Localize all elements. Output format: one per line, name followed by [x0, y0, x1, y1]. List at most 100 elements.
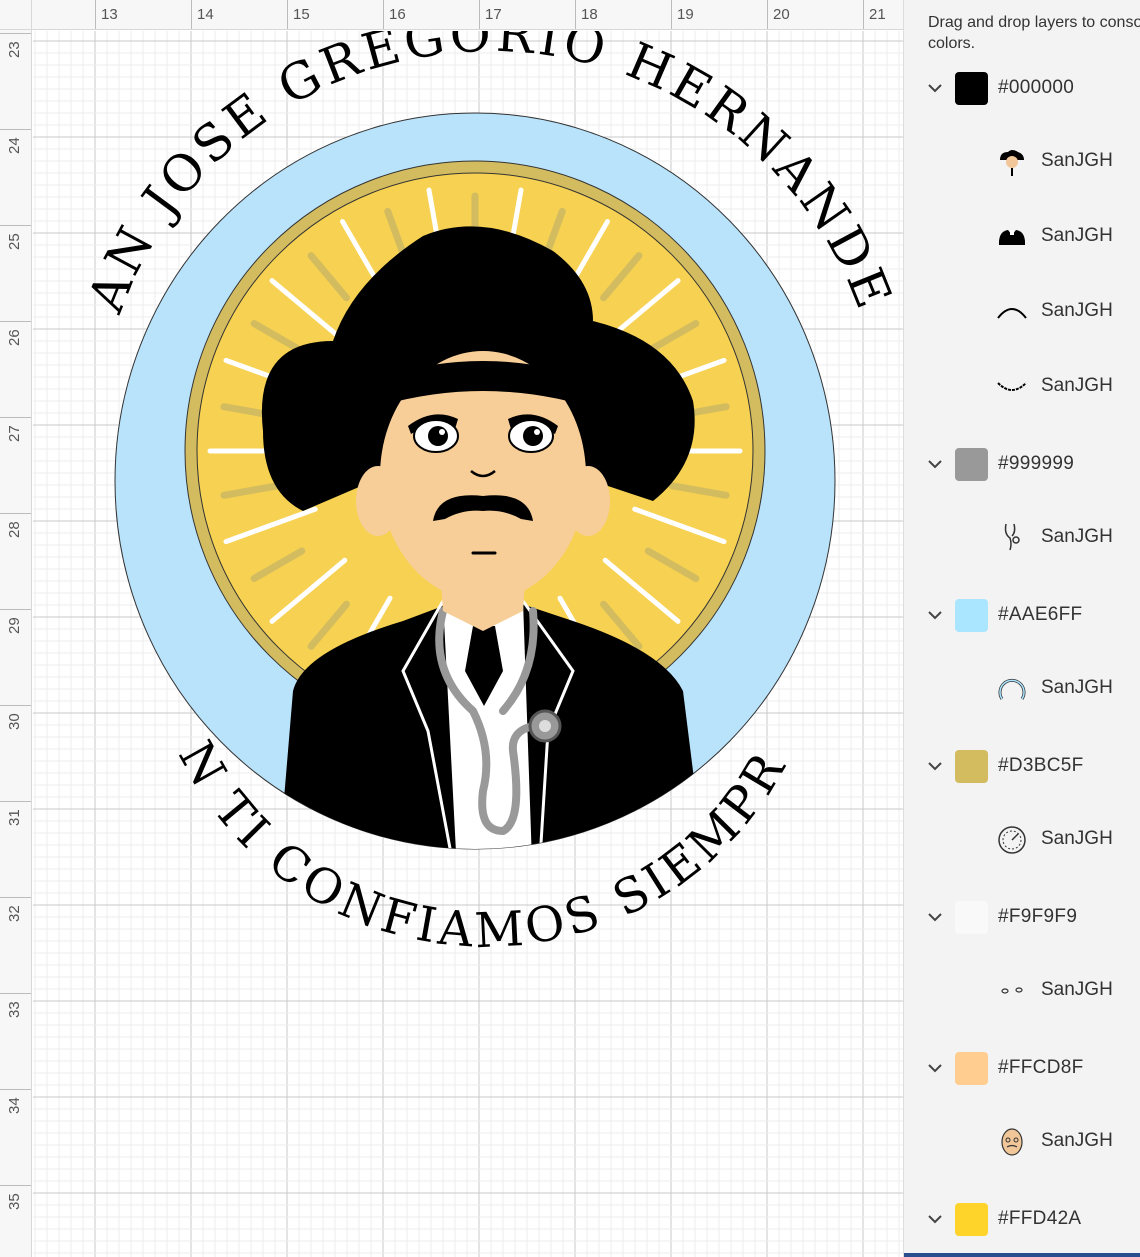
- layer-row[interactable]: SanJGH: [904, 1116, 1140, 1166]
- ruler-left-tick: [0, 513, 31, 514]
- ruler-left-tick: [0, 225, 31, 226]
- pupil-left: [428, 426, 448, 446]
- stethoscope-chest-center: [539, 720, 551, 732]
- ruler-left-tick: [0, 33, 31, 34]
- sun-rays-icon: [996, 824, 1028, 856]
- jacket-icon: [996, 221, 1028, 253]
- ruler-top-label: 13: [101, 6, 118, 23]
- face-icon: [996, 1126, 1028, 1158]
- san-jose-gregorio-artwork[interactable]: SAN JOSE GREGORIO HERNANDEZ EN TI CONFIA…: [33, 31, 903, 1257]
- ruler-top-label: 17: [485, 6, 502, 23]
- color-hex-label: #000000: [998, 77, 1075, 98]
- layer-row[interactable]: SanJGH: [904, 136, 1140, 186]
- color-swatch[interactable]: [955, 72, 988, 105]
- layer-row[interactable]: SanJGH: [904, 211, 1140, 261]
- ruler-left-tick: [0, 1185, 31, 1186]
- layer-row[interactable]: SanJGH: [904, 286, 1140, 336]
- ruler-top-tick: [767, 0, 768, 29]
- ruler-top-label: 19: [677, 6, 694, 23]
- ruler-vertical: 23 24 25 26 27 28 29 30 31 32 33 34 35: [0, 0, 32, 1257]
- chevron-down-icon[interactable]: [924, 77, 946, 99]
- hat-face-icon: [996, 146, 1028, 178]
- ruler-top-label: 18: [581, 6, 598, 23]
- ruler-left-tick: [0, 417, 31, 418]
- layer-row[interactable]: SanJGH: [904, 965, 1140, 1015]
- ruler-left-label: 32: [6, 905, 23, 922]
- layer-row[interactable]: SanJGH: [904, 663, 1140, 713]
- ruler-top-tick: [575, 0, 576, 29]
- chevron-down-icon[interactable]: [924, 1057, 946, 1079]
- color-group-row[interactable]: #F9F9F9: [904, 893, 1140, 943]
- layer-name: SanJGH: [1041, 375, 1113, 396]
- arc-top-icon: [996, 296, 1028, 328]
- ruler-left-label: 34: [6, 1097, 23, 1114]
- layer-row[interactable]: SanJGH: [904, 512, 1140, 562]
- color-swatch[interactable]: [955, 599, 988, 632]
- color-swatch[interactable]: [955, 448, 988, 481]
- panel-hint-text: Drag and drop layers to consolidate colo…: [928, 14, 1140, 52]
- ring-icon: [996, 673, 1028, 705]
- ruler-left-label: 29: [6, 617, 23, 634]
- eyes-icon: [996, 975, 1028, 1007]
- color-swatch[interactable]: [955, 901, 988, 934]
- ruler-left-label: 25: [6, 233, 23, 250]
- ruler-left-tick: [0, 993, 31, 994]
- color-hex-label: #AAE6FF: [998, 604, 1083, 625]
- ruler-left-label: 30: [6, 713, 23, 730]
- color-group-row[interactable]: #000000: [904, 64, 1140, 114]
- color-group-row[interactable]: #FFCD8F: [904, 1044, 1140, 1094]
- ruler-top-label: 16: [389, 6, 406, 23]
- chevron-down-icon[interactable]: [924, 604, 946, 626]
- ruler-left-tick: [0, 1089, 31, 1090]
- ruler-top-label: 14: [197, 6, 214, 23]
- color-sync-panel: Drag and drop layers to consolidate colo…: [903, 0, 1140, 1257]
- ruler-top-tick: [863, 0, 864, 29]
- ruler-left-label: 23: [6, 41, 23, 58]
- layer-name: SanJGH: [1041, 1130, 1113, 1151]
- ruler-left-tick: [0, 321, 31, 322]
- color-group-row[interactable]: #AAE6FF: [904, 591, 1140, 641]
- chevron-down-icon[interactable]: [924, 755, 946, 777]
- color-hex-label: #999999: [998, 453, 1075, 474]
- ruler-top-tick: [479, 0, 480, 29]
- ruler-left-label: 24: [6, 137, 23, 154]
- color-swatch[interactable]: [955, 1203, 988, 1236]
- ruler-left-label: 27: [6, 425, 23, 442]
- layer-name: SanJGH: [1041, 979, 1113, 1000]
- color-group-row[interactable]: #FFD42A: [904, 1195, 1140, 1245]
- chevron-down-icon[interactable]: [924, 1208, 946, 1230]
- ruler-left-label: 31: [6, 809, 23, 826]
- ruler-top-label: 20: [773, 6, 790, 23]
- design-canvas[interactable]: SAN JOSE GREGORIO HERNANDEZ EN TI CONFIA…: [0, 0, 903, 1257]
- ruler-top-label: 15: [293, 6, 310, 23]
- layer-name: SanJGH: [1041, 150, 1113, 171]
- ruler-horizontal: 13 14 15 16 17 18 19 20 21: [0, 0, 903, 30]
- ruler-top-tick: [671, 0, 672, 29]
- ruler-left-tick: [0, 609, 31, 610]
- ruler-left-label: 28: [6, 521, 23, 538]
- color-swatch[interactable]: [955, 1052, 988, 1085]
- color-hex-label: #F9F9F9: [998, 906, 1078, 927]
- color-group-row[interactable]: #D3BC5F: [904, 742, 1140, 792]
- panel-bottom-accent: [904, 1253, 1140, 1257]
- ruler-left-label: 33: [6, 1001, 23, 1018]
- ruler-left-tick: [0, 129, 31, 130]
- color-hex-label: #FFCD8F: [998, 1057, 1084, 1078]
- ruler-left-tick: [0, 897, 31, 898]
- ruler-left-label: 35: [6, 1193, 23, 1210]
- ruler-left-tick: [0, 705, 31, 706]
- ruler-top-tick: [95, 0, 96, 29]
- eye-right-glint: [534, 429, 540, 435]
- chevron-down-icon[interactable]: [924, 906, 946, 928]
- layer-name: SanJGH: [1041, 677, 1113, 698]
- ruler-left-tick: [0, 801, 31, 802]
- layer-row[interactable]: SanJGH: [904, 361, 1140, 411]
- pupil-right: [523, 426, 543, 446]
- color-swatch[interactable]: [955, 750, 988, 783]
- ruler-corner: [0, 0, 32, 30]
- color-hex-label: #FFD42A: [998, 1208, 1082, 1229]
- color-group-row[interactable]: #999999: [904, 440, 1140, 490]
- chevron-down-icon[interactable]: [924, 453, 946, 475]
- ruler-left-label: 26: [6, 329, 23, 346]
- layer-row[interactable]: SanJGH: [904, 814, 1140, 864]
